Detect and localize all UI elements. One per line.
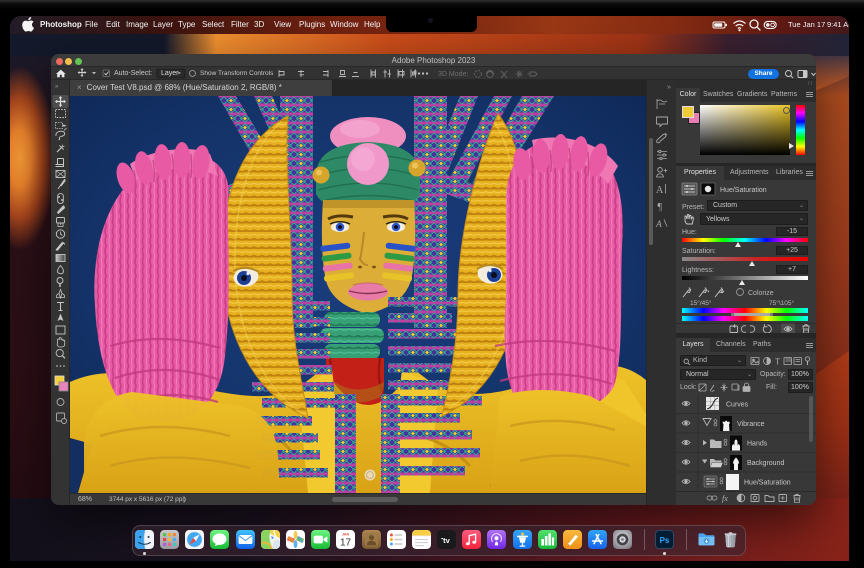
svg-text:tv: tv [443,535,450,544]
svg-text:17: 17 [339,537,351,548]
svg-text:Ps: Ps [660,536,670,545]
svg-text:JAN: JAN [341,532,349,536]
